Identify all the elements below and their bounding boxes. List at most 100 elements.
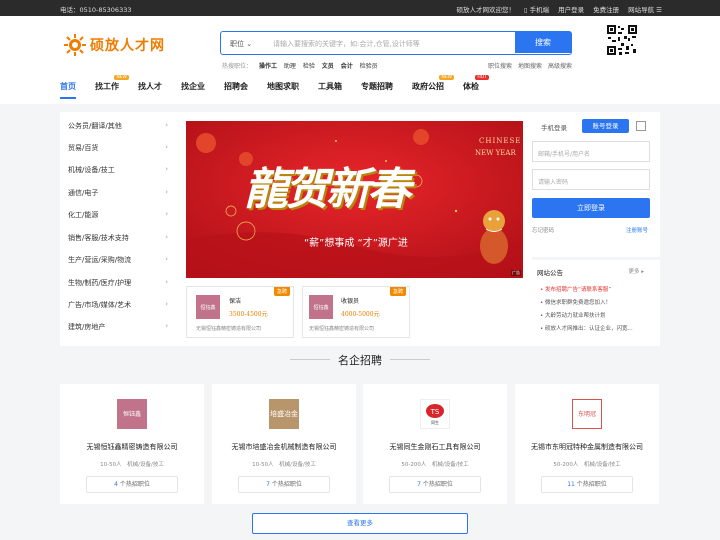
password-field[interactable]: 请输入密码 — [532, 169, 650, 190]
company-logo: TS 同生 — [420, 399, 450, 429]
urgent-job-card[interactable]: 恒钰鑫 保洁 3500-4500元 无锡恒钰鑫精密铸造有限公司 急聘 — [186, 286, 294, 338]
tab-mobile-login[interactable]: 手机登录 — [541, 122, 567, 132]
hot-searches: 热搜职位： 操作工 助理 检验 文员 会计 检验员 — [222, 63, 378, 70]
search-box: 职位 ⌄ 请输入要搜索的关键字，如:会计,仓管,设计师等 搜索 — [220, 31, 572, 55]
company-card[interactable]: 恒钰鑫 无锡恒钰鑫精密铸造有限公司 10-50人 机械/设备/技工 4 个热招职… — [60, 384, 204, 504]
qr-code-icon — [606, 24, 638, 62]
phone-text: 电话：0510-85306333 — [60, 6, 132, 14]
nav-special-recruit[interactable]: 专题招聘 — [361, 81, 393, 99]
top-bar: 电话：0510-85306333 硕放人才网欢迎您！ ▯ 手机端 用户登录 免费… — [0, 0, 720, 16]
company-card[interactable]: 培盛冶金 无锡市培盛冶金机械制造有限公司 10-50人 机械/设备/技工 7 个… — [212, 384, 356, 504]
search-input[interactable]: 请输入要搜索的关键字，如:会计,仓管,设计师等 — [273, 39, 420, 49]
urgent-badge: 急聘 — [273, 287, 290, 296]
notice-item[interactable]: • 发布招聘广告“请联系客服” — [540, 285, 611, 293]
view-more-button[interactable]: 查看更多 — [252, 513, 468, 534]
notice-item[interactable]: • 硕放人才网推出：认证企业，闪宽... — [540, 324, 633, 332]
company-name: 无锡恒钰鑫精密铸造有限公司 — [86, 443, 178, 451]
banner-subtitle: “薪”想事成 “才”源广进 — [304, 238, 408, 249]
hot-item[interactable]: 检验员 — [360, 63, 378, 70]
category-item[interactable]: 生产/营运/采购/物流 › — [68, 255, 168, 265]
search-button[interactable]: 搜索 — [515, 32, 571, 53]
hot-item[interactable]: 会计 — [341, 63, 353, 70]
job-title: 收银员 — [341, 298, 360, 305]
category-item[interactable]: 化工/能源 › — [68, 210, 168, 220]
chevron-right-icon: › — [165, 255, 168, 263]
nav-find-company[interactable]: 找企业 — [181, 81, 205, 99]
company-name: 无锡市培盛冶金机械制造有限公司 — [231, 443, 337, 451]
nav-gov-recruit[interactable]: 政府公招 NEW — [412, 75, 454, 99]
category-item[interactable]: 广告/市场/媒体/艺术 › — [68, 300, 168, 310]
company-card[interactable]: TS 同生 无锡同生金刚石工具有限公司 50-200人 机械/设备/技工 7 个… — [363, 384, 507, 504]
nav-home[interactable]: 首页 — [60, 81, 76, 99]
company-meta: 10-50人 机械/设备/技工 — [252, 462, 316, 468]
qr-login-icon[interactable] — [636, 121, 646, 131]
company-meta: 10-50人 机械/设备/技工 — [100, 462, 164, 468]
urgent-job-card[interactable]: 恒钰鑫 收银员 4000-5000元 无锡恒钰鑫精密铸造有限公司 急聘 — [302, 286, 410, 338]
nav-map-search[interactable]: 地图求职 — [267, 81, 299, 99]
hot-jobs-button[interactable]: 7 个热招职位 — [238, 476, 330, 493]
nav-health-check[interactable]: 体检 HOT — [463, 75, 489, 99]
map-search-link[interactable]: 地图搜索 — [518, 61, 542, 70]
category-item[interactable]: 建筑/房地产 › — [68, 322, 168, 332]
nav-toolbox[interactable]: 工具箱 — [318, 81, 342, 99]
login-button[interactable]: 立即登录 — [532, 198, 650, 218]
mobile-link[interactable]: ▯ 手机端 — [524, 4, 549, 14]
category-item[interactable]: 生物/制药/医疗/护理 › — [68, 278, 168, 288]
chevron-right-icon: › — [165, 278, 168, 286]
sun-logo-icon — [64, 34, 86, 56]
notice-item[interactable]: • 微信求职群免费邀您加入！ — [540, 298, 611, 306]
category-sidebar: 公务员/翻译/其他 › 贸易/百货 › 机械/设备/技工 › 通信/电子 › 化工/能源… — [60, 112, 178, 346]
job-salary: 4000-5000元 — [341, 311, 380, 318]
company-logo: 东明冠 — [572, 399, 602, 429]
hot-item[interactable]: 操作工 — [259, 63, 277, 70]
company-logo: 恒钰鑫 — [117, 399, 147, 429]
username-field[interactable]: 邮箱/手机号/用户名 — [532, 141, 650, 162]
chevron-right-icon: › — [165, 121, 168, 129]
company-logo: 恒钰鑫 — [196, 295, 220, 319]
hot-jobs-button[interactable]: 11 个热招职位 — [541, 476, 633, 493]
logo-text: 硕放人才网 — [90, 38, 165, 54]
chevron-right-icon: › — [165, 300, 168, 308]
nav-job-fair[interactable]: 招聘会 — [224, 81, 248, 99]
category-item[interactable]: 公务员/翻译/其他 › — [68, 121, 168, 131]
job-company: 无锡恒钰鑫精密铸造有限公司 — [309, 326, 375, 332]
category-item[interactable]: 贸易/百货 › — [68, 143, 168, 153]
chevron-right-icon: › — [165, 233, 168, 241]
hot-jobs-button[interactable]: 4 个热招职位 — [86, 476, 178, 493]
hot-item[interactable]: 检验 — [303, 63, 315, 70]
login-panel: 手机登录 账号登录 邮箱/手机号/用户名 请输入密码 立即登录 忘记密码 注册账… — [532, 112, 660, 257]
category-item[interactable]: 通信/电子 › — [68, 188, 168, 198]
main-nav: 首页 找工作 NEW 找人才 找企业 招聘会 地图求职 工具箱 专题招聘 政府公招… — [60, 75, 498, 99]
category-item[interactable]: 机械/设备/技工 › — [68, 165, 168, 175]
search-type-select[interactable]: 职位 ⌄ — [230, 39, 252, 49]
nav-find-talent[interactable]: 找人才 — [138, 81, 162, 99]
urgent-badge: 急聘 — [389, 287, 406, 296]
notice-title: 网站公告 — [537, 269, 563, 277]
advanced-search-link[interactable]: 高级搜索 — [548, 61, 572, 70]
notice-item[interactable]: • 大龄劳动力就业帮扶计划 — [540, 311, 606, 319]
company-meta: 50-200人 机械/设备/技工 — [553, 462, 621, 468]
chevron-right-icon: › — [165, 165, 168, 173]
nav-find-job[interactable]: 找工作 NEW — [95, 75, 129, 99]
register-link[interactable]: 免费注册 — [593, 4, 619, 14]
tab-account-login[interactable]: 账号登录 — [582, 119, 629, 133]
hot-item[interactable]: 文员 — [322, 63, 334, 70]
new-year-banner[interactable]: 龍贺新春 “薪”想事成 “才”源广进 CHINESE NEW YEAR 广告 — [186, 121, 523, 278]
forgot-password-link[interactable]: 忘记密码 — [532, 226, 554, 234]
register-account-link[interactable]: 注册账号 — [626, 226, 648, 234]
hot-item[interactable]: 助理 — [284, 63, 296, 70]
hot-jobs-button[interactable]: 7 个热招职位 — [389, 476, 481, 493]
chevron-right-icon: › — [165, 210, 168, 218]
user-login-link[interactable]: 用户登录 — [558, 4, 584, 14]
job-company: 无锡恒钰鑫精密铸造有限公司 — [196, 326, 262, 332]
category-item[interactable]: 销售/客服/技术支持 › — [68, 233, 168, 243]
job-search-link[interactable]: 职位搜索 — [488, 61, 512, 70]
company-logo: 培盛冶金 — [269, 399, 299, 429]
chevron-right-icon: › — [165, 143, 168, 151]
notice-more-link[interactable]: 更多 ▸ — [628, 267, 644, 275]
chevron-right-icon: › — [165, 322, 168, 330]
site-logo[interactable]: 硕放人才网 — [64, 34, 165, 56]
company-card[interactable]: 东明冠 无锡市东明冠特种金属制造有限公司 50-200人 机械/设备/技工 11… — [515, 384, 659, 504]
site-nav-link[interactable]: 网站导航 ☰ — [628, 4, 662, 14]
banner-en-1: CHINESE — [479, 137, 522, 145]
